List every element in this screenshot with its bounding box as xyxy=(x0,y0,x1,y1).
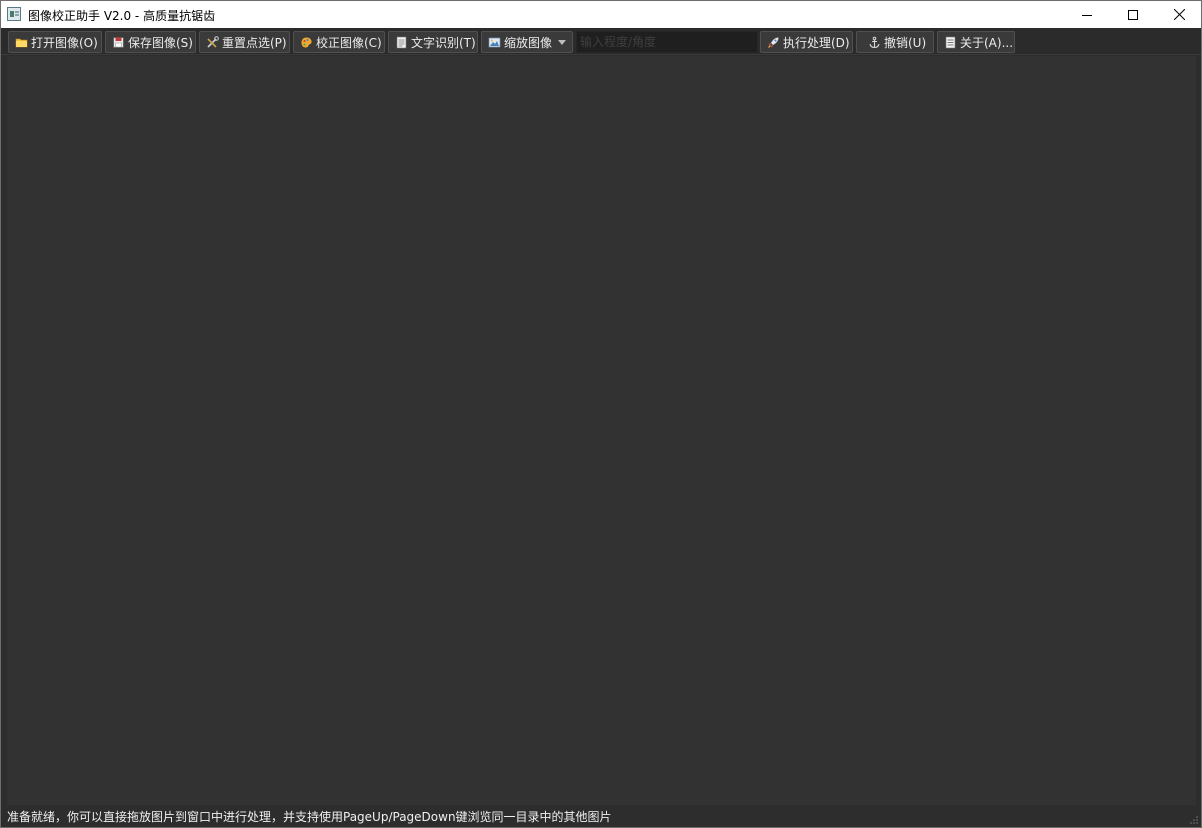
reset-points-label: 重置点选(P) xyxy=(222,35,287,50)
save-image-button[interactable]: 保存图像(S) xyxy=(105,31,196,53)
close-icon xyxy=(1173,9,1185,20)
reset-points-button[interactable]: 重置点选(P) xyxy=(199,31,290,53)
toolbar: 打开图像(O) 保存图像(S) 重置点选(P) 校正图像(C) 文字识别(T) … xyxy=(1,28,1201,55)
save-image-label: 保存图像(S) xyxy=(128,35,193,50)
zoom-image-label: 缩放图像 xyxy=(504,35,553,50)
image-canvas[interactable] xyxy=(7,56,1196,805)
about-label: 关于(A)... xyxy=(960,35,1014,50)
degree-angle-input[interactable] xyxy=(576,31,758,53)
minimize-button[interactable] xyxy=(1064,1,1110,28)
status-text: 准备就绪，你可以直接拖放图片到窗口中进行处理，并支持使用PageUp/PageD… xyxy=(7,810,612,824)
open-image-label: 打开图像(O) xyxy=(31,35,98,50)
window-title: 图像校正助手 V2.0 - 高质量抗锯齿 xyxy=(28,9,216,23)
page-icon xyxy=(945,36,956,48)
undo-label: 撤销(U) xyxy=(884,35,927,50)
ocr-label: 文字识别(T) xyxy=(411,35,476,50)
palette-icon xyxy=(301,37,312,47)
maximize-icon xyxy=(1128,9,1138,20)
image-icon xyxy=(488,37,501,47)
correct-image-label: 校正图像(C) xyxy=(316,35,382,50)
execute-label: 执行处理(D) xyxy=(783,35,850,50)
undo-button[interactable]: 撤销(U) xyxy=(856,31,934,53)
open-image-button[interactable]: 打开图像(O) xyxy=(8,31,102,53)
zoom-image-dropdown[interactable]: 缩放图像 xyxy=(481,31,573,53)
document-icon xyxy=(396,36,407,48)
about-button[interactable]: 关于(A)... xyxy=(937,31,1015,53)
execute-button[interactable]: 执行处理(D) xyxy=(760,31,853,53)
status-bar: 准备就绪，你可以直接拖放图片到窗口中进行处理，并支持使用PageUp/PageD… xyxy=(1,806,1201,827)
close-button[interactable] xyxy=(1156,1,1202,28)
title-bar[interactable]: 图像校正助手 V2.0 - 高质量抗锯齿 xyxy=(1,1,1201,28)
folder-icon xyxy=(15,38,28,47)
app-icon xyxy=(7,7,21,21)
resize-grip-icon[interactable] xyxy=(1189,815,1199,825)
rocket-icon xyxy=(768,36,779,48)
app-window: 图像校正助手 V2.0 - 高质量抗锯齿 打开图像(O) 保存图像(S) 重置点… xyxy=(0,0,1202,828)
anchor-icon xyxy=(869,36,880,48)
ocr-button[interactable]: 文字识别(T) xyxy=(388,31,478,53)
correct-image-button[interactable]: 校正图像(C) xyxy=(293,31,385,53)
minimize-icon xyxy=(1082,14,1092,16)
floppy-icon xyxy=(113,36,124,48)
tools-icon xyxy=(207,35,219,48)
chevron-down-icon[interactable] xyxy=(558,40,566,45)
maximize-button[interactable] xyxy=(1110,1,1156,28)
